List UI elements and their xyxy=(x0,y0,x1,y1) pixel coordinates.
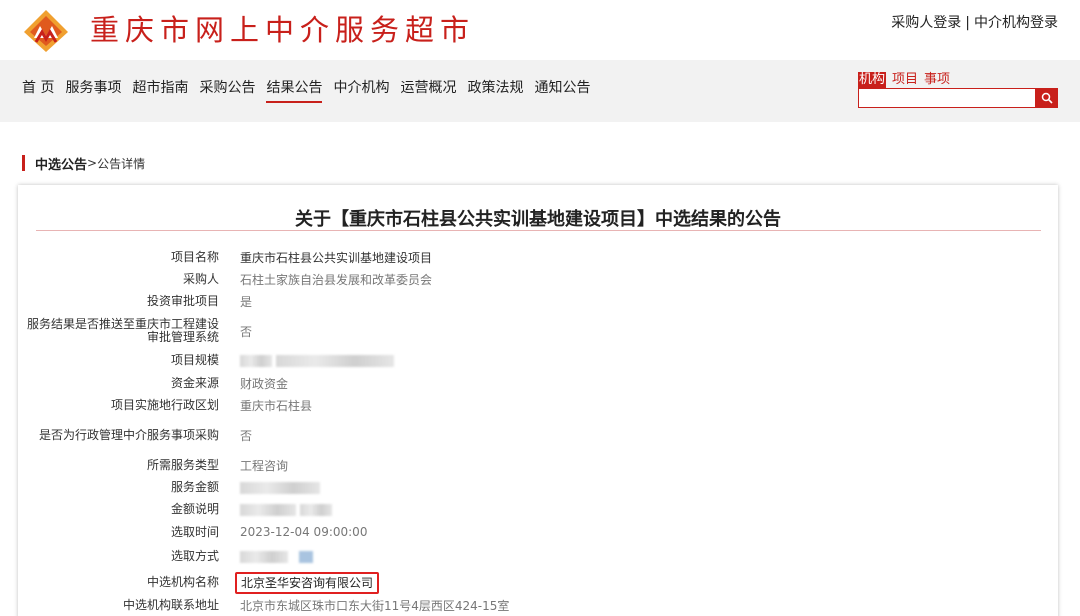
field-row: 选取方式 xyxy=(18,546,1058,566)
login-links: 采购人登录 | 中介机构登录 xyxy=(891,12,1058,32)
field-value-redacted xyxy=(240,353,394,367)
field-label: 金额说明 xyxy=(170,501,219,516)
field-row: 资金来源 财政资金 xyxy=(18,373,1058,393)
field-row: 服务结果是否推送至重庆市工程建设审批管理系统 否 xyxy=(18,316,1058,346)
field-label: 服务金额 xyxy=(170,479,219,494)
field-label: 是否为行政管理中介服务事项采购 xyxy=(38,427,219,442)
search-tab-matter[interactable]: 事项 xyxy=(924,72,950,88)
field-value: 重庆市石柱县公共实训基地建设项目 xyxy=(240,250,433,265)
login-separator: | xyxy=(965,15,970,31)
field-value: 2023-12-04 09:00:00 xyxy=(240,525,368,539)
field-value-redacted xyxy=(240,549,314,563)
notice-title: 关于【重庆市石柱县公共实训基地建设项目】中选结果的公告 xyxy=(295,209,781,230)
field-label: 选取方式 xyxy=(170,548,219,563)
search-tab-agency[interactable]: 机构 xyxy=(858,72,887,88)
nav-item-notices[interactable]: 通知公告 xyxy=(534,79,590,103)
field-label: 投资审批项目 xyxy=(146,293,219,308)
field-row: 是否为行政管理中介服务事项采购 否 xyxy=(18,421,1058,449)
field-label: 资金来源 xyxy=(170,375,219,390)
field-row: 所需服务类型 工程咨询 xyxy=(18,455,1058,475)
field-row: 项目规模 xyxy=(18,350,1058,370)
field-value: 财政资金 xyxy=(240,376,289,391)
field-row: 金额说明 xyxy=(18,499,1058,519)
breadcrumb-sub: 公告详情 xyxy=(97,156,146,171)
field-label: 中选机构联系地址 xyxy=(122,597,219,612)
search-icon xyxy=(1041,92,1053,104)
nav-item-operations[interactable]: 运营概况 xyxy=(400,79,456,103)
field-row: 投资审批项目 是 xyxy=(18,291,1058,311)
field-row: 项目名称 重庆市石柱县公共实训基地建设项目 xyxy=(18,247,1058,267)
site-header: 重庆市网上中介服务超市 采购人登录 | 中介机构登录 xyxy=(0,0,1080,60)
field-label: 选取时间 xyxy=(170,524,219,539)
nav-item-procurement[interactable]: 采购公告 xyxy=(199,79,255,103)
field-label: 项目名称 xyxy=(170,249,219,264)
notice-card: 关于【重庆市石柱县公共实训基地建设项目】中选结果的公告 项目名称 重庆市石柱县公… xyxy=(18,185,1058,616)
field-label: 采购人 xyxy=(182,271,219,286)
search-box: 机构 项目 事项 xyxy=(858,72,1058,108)
field-label: 中选机构名称 xyxy=(146,574,219,589)
breadcrumb: 中选公告 > 公告详情 xyxy=(22,154,146,173)
nav-item-results[interactable]: 结果公告 xyxy=(266,79,323,103)
field-value: 石柱土家族自治县发展和改革委员会 xyxy=(240,272,433,287)
field-label: 服务结果是否推送至重庆市工程建设审批管理系统 xyxy=(26,317,219,344)
search-tab-project[interactable]: 项目 xyxy=(892,72,918,88)
nav-item-policies[interactable]: 政策法规 xyxy=(467,79,523,103)
nav-item-agencies[interactable]: 中介机构 xyxy=(333,79,389,103)
field-value: 否 xyxy=(240,324,253,339)
search-tabs: 机构 项目 事项 xyxy=(858,72,956,88)
search-button[interactable] xyxy=(1036,88,1058,108)
breadcrumb-current[interactable]: 中选公告 xyxy=(35,154,87,173)
main-nav: 首 页 服务事项 超市指南 采购公告 结果公告 中介机构 运营概况 政策法规 通… xyxy=(22,79,601,103)
field-value: 北京市东城区珠市口东大街11号4层西区424-15室 xyxy=(240,598,510,613)
field-value: 重庆市石柱县 xyxy=(240,398,313,413)
field-value: 是 xyxy=(240,294,253,309)
title-divider xyxy=(36,230,1041,231)
field-value: 否 xyxy=(240,428,253,443)
field-row: 中选机构名称 北京圣华安咨询有限公司 xyxy=(18,571,1058,594)
main-navbar: 首 页 服务事项 超市指南 采购公告 结果公告 中介机构 运营概况 政策法规 通… xyxy=(0,60,1080,122)
field-row: 选取时间 2023-12-04 09:00:00 xyxy=(18,522,1058,542)
nav-item-home[interactable]: 首 页 xyxy=(22,79,54,103)
nav-item-services[interactable]: 服务事项 xyxy=(65,79,121,103)
field-value-redacted xyxy=(240,502,332,516)
buyer-login-link[interactable]: 采购人登录 xyxy=(891,15,961,31)
field-label: 项目实施地行政区划 xyxy=(110,397,219,412)
field-value: 工程咨询 xyxy=(240,458,289,473)
search-input[interactable] xyxy=(858,88,1036,108)
field-label: 所需服务类型 xyxy=(146,457,219,472)
logo-icon[interactable] xyxy=(22,8,70,54)
field-label: 项目规模 xyxy=(170,352,219,367)
field-row: 中选机构联系地址 北京市东城区珠市口东大街11号4层西区424-15室 xyxy=(18,595,1058,615)
breadcrumb-separator: > xyxy=(87,156,98,170)
field-row: 服务金额 xyxy=(18,477,1058,497)
field-row: 项目实施地行政区划 重庆市石柱县 xyxy=(18,395,1058,415)
field-value-redacted xyxy=(240,480,320,494)
selected-agency-name: 北京圣华安咨询有限公司 xyxy=(235,571,380,594)
field-row: 采购人 石柱土家族自治县发展和改革委员会 xyxy=(18,269,1058,289)
nav-item-guide[interactable]: 超市指南 xyxy=(132,79,188,103)
site-title: 重庆市网上中介服务超市 xyxy=(90,13,476,47)
selected-agency-value: 北京圣华安咨询有限公司 xyxy=(235,571,380,594)
agency-login-link[interactable]: 中介机构登录 xyxy=(974,15,1058,31)
breadcrumb-marker xyxy=(22,155,25,171)
